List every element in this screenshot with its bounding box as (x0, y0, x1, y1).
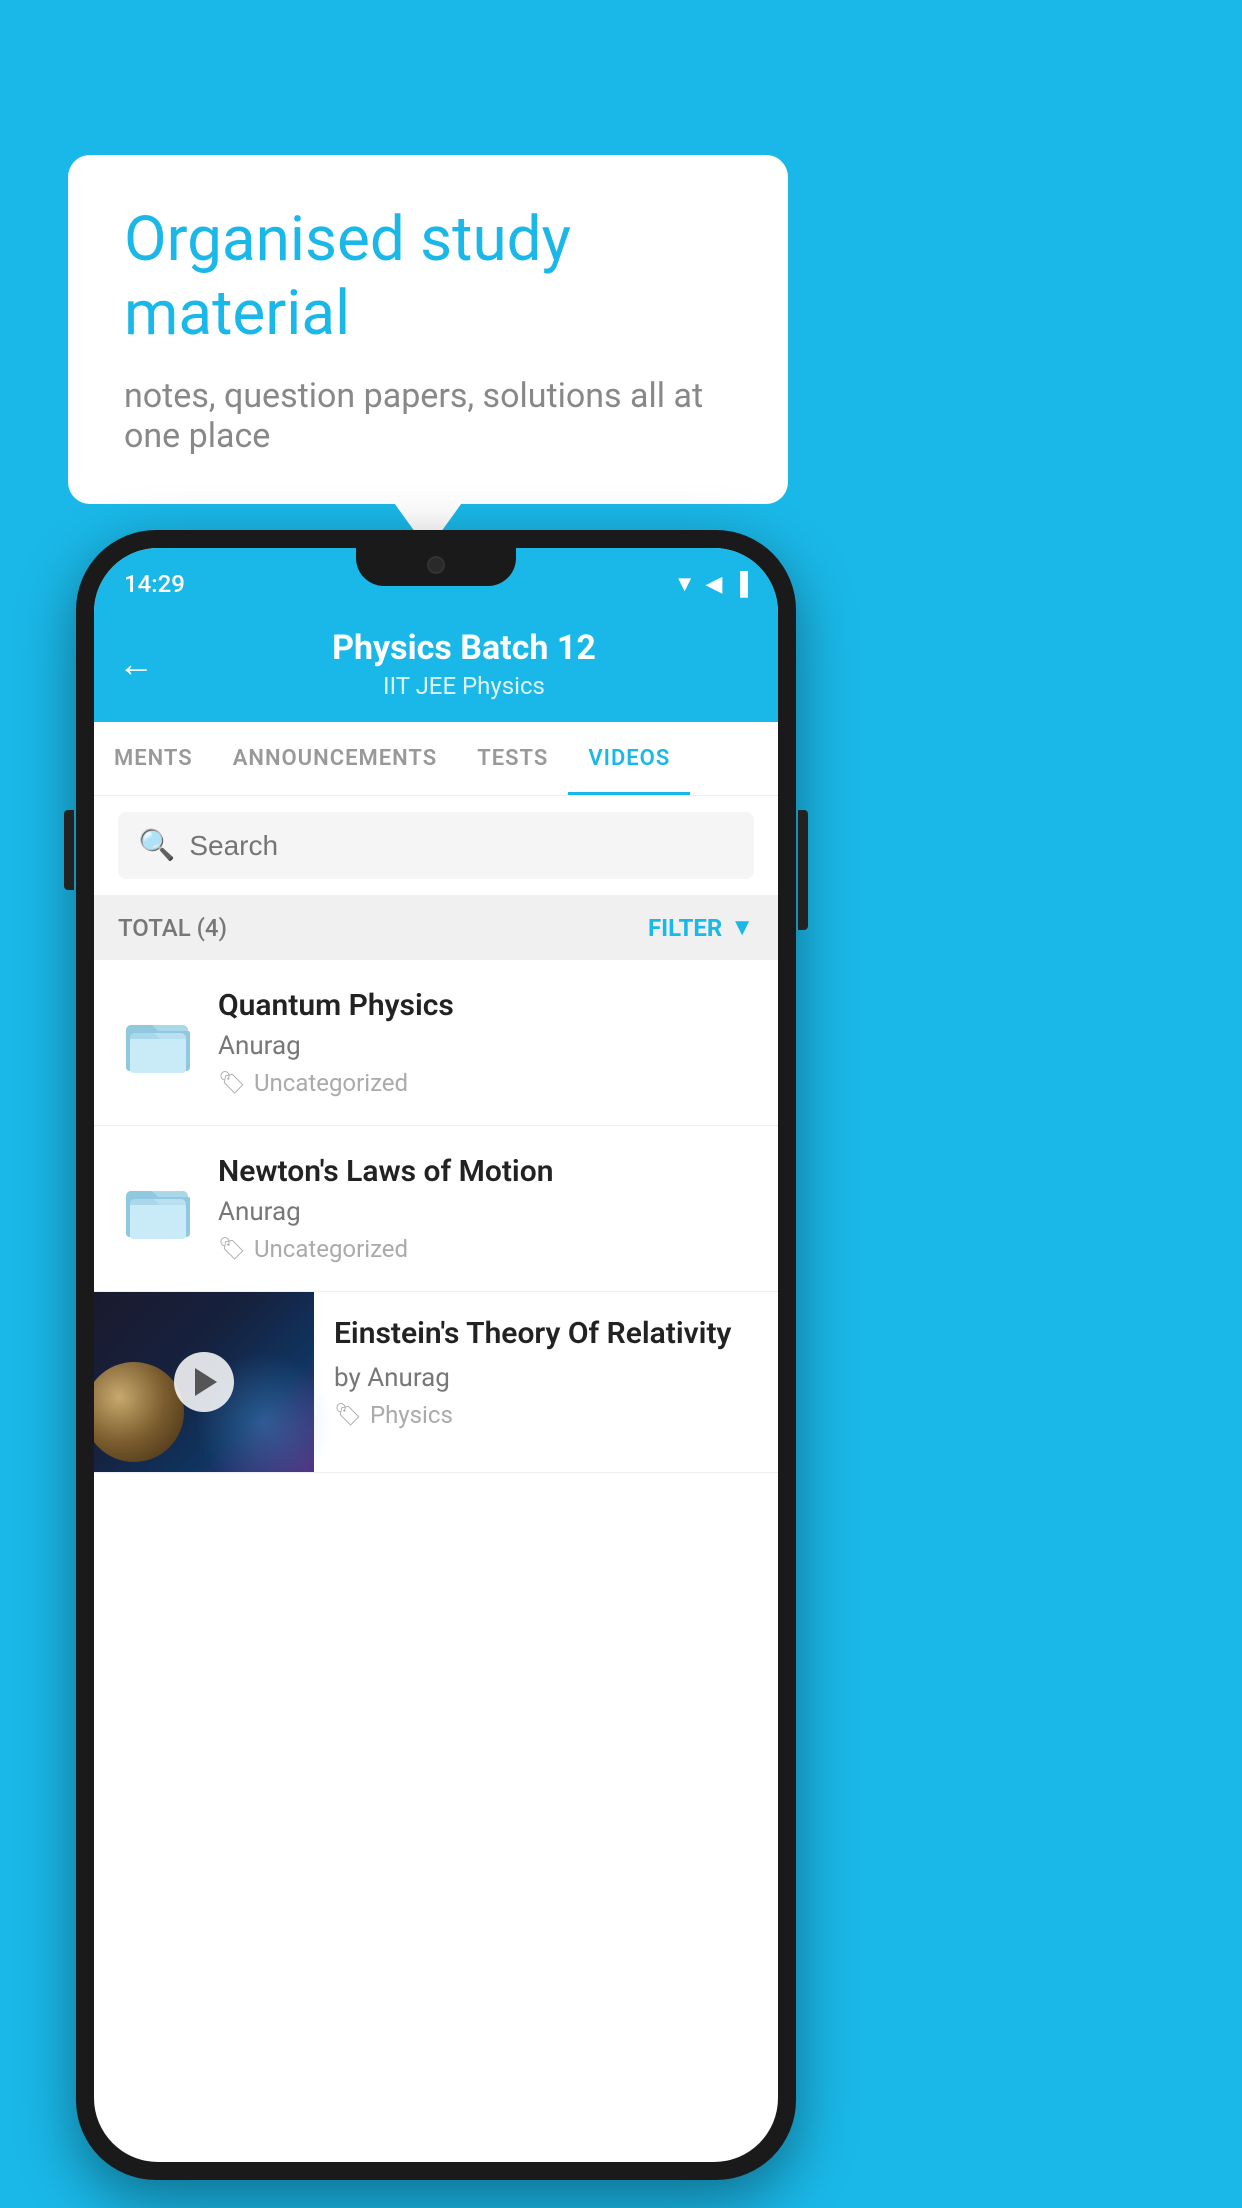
tag-icon: 🏷 (334, 1403, 362, 1428)
list-item[interactable]: Einstein's Theory Of Relativity by Anura… (94, 1292, 778, 1473)
bubble-title: Organised study material (124, 203, 732, 352)
video-info: Newton's Laws of Motion Anurag 🏷 Uncateg… (218, 1154, 754, 1263)
folder-icon-wrap (118, 1003, 198, 1083)
filter-button[interactable]: FILTER ▼ (648, 913, 754, 942)
folder-icon (122, 1009, 194, 1077)
video-tag: 🏷 Uncategorized (218, 1235, 754, 1263)
search-bar: 🔍 (118, 812, 754, 879)
folder-icon-wrap (118, 1169, 198, 1249)
list-item[interactable]: Newton's Laws of Motion Anurag 🏷 Uncateg… (94, 1126, 778, 1292)
planet-decoration (94, 1362, 184, 1462)
video-title: Newton's Laws of Motion (218, 1154, 754, 1189)
phone-camera (427, 556, 445, 574)
video-tag: 🏷 Physics (334, 1401, 758, 1429)
app-header: ← Physics Batch 12 IIT JEE Physics (94, 610, 778, 722)
filter-label: FILTER (648, 914, 722, 942)
tag-icon: 🏷 (218, 1237, 246, 1262)
list-item[interactable]: Quantum Physics Anurag 🏷 Uncategorized (94, 960, 778, 1126)
status-icons: ▼ ◀ ▐ (674, 571, 748, 597)
video-info: Quantum Physics Anurag 🏷 Uncategorized (218, 988, 754, 1097)
play-button[interactable] (174, 1352, 234, 1412)
header-title: Physics Batch 12 (174, 628, 754, 668)
tabs-bar: MENTS ANNOUNCEMENTS TESTS VIDEOS (94, 722, 778, 796)
phone-mockup: 14:29 ▼ ◀ ▐ ← Physics Batch 12 IIT JEE P… (76, 530, 796, 2180)
phone-inner: 14:29 ▼ ◀ ▐ ← Physics Batch 12 IIT JEE P… (94, 548, 778, 2162)
tab-tests[interactable]: TESTS (457, 722, 568, 795)
search-icon: 🔍 (138, 828, 175, 863)
back-button[interactable]: ← (118, 643, 154, 685)
folder-icon (122, 1175, 194, 1243)
tag-label: Uncategorized (254, 1069, 408, 1097)
tab-videos[interactable]: VIDEOS (568, 722, 690, 795)
tab-ments[interactable]: MENTS (94, 722, 213, 795)
video-title: Einstein's Theory Of Relativity (334, 1314, 758, 1353)
bubble-subtitle: notes, question papers, solutions all at… (124, 376, 732, 456)
phone-outer: 14:29 ▼ ◀ ▐ ← Physics Batch 12 IIT JEE P… (76, 530, 796, 2180)
search-container: 🔍 (94, 796, 778, 895)
search-input[interactable] (189, 830, 734, 862)
tag-icon: 🏷 (218, 1071, 246, 1096)
video-author: Anurag (218, 1031, 754, 1061)
video-thumbnail (94, 1292, 314, 1472)
total-label: TOTAL (4) (118, 914, 227, 942)
header-subtitle: IIT JEE Physics (174, 672, 754, 700)
video-list: Quantum Physics Anurag 🏷 Uncategorized (94, 960, 778, 1473)
header-text: Physics Batch 12 IIT JEE Physics (174, 628, 754, 700)
filter-icon: ▼ (730, 913, 754, 942)
play-triangle-icon (195, 1368, 217, 1396)
wifi-icon: ▼ (674, 571, 696, 597)
tab-announcements[interactable]: ANNOUNCEMENTS (213, 722, 457, 795)
video-title: Quantum Physics (218, 988, 754, 1023)
tag-label: Physics (370, 1401, 453, 1429)
tag-label: Uncategorized (254, 1235, 408, 1263)
phone-notch (356, 548, 516, 586)
video-tag: 🏷 Uncategorized (218, 1069, 754, 1097)
video-author: by Anurag (334, 1363, 758, 1393)
battery-icon: ▐ (732, 571, 748, 597)
filter-bar: TOTAL (4) FILTER ▼ (94, 895, 778, 960)
video-info: Einstein's Theory Of Relativity by Anura… (314, 1292, 778, 1451)
signal-icon: ◀ (705, 572, 722, 597)
speech-bubble-container: Organised study material notes, question… (68, 155, 788, 504)
status-time: 14:29 (124, 570, 185, 598)
speech-bubble: Organised study material notes, question… (68, 155, 788, 504)
video-author: Anurag (218, 1197, 754, 1227)
